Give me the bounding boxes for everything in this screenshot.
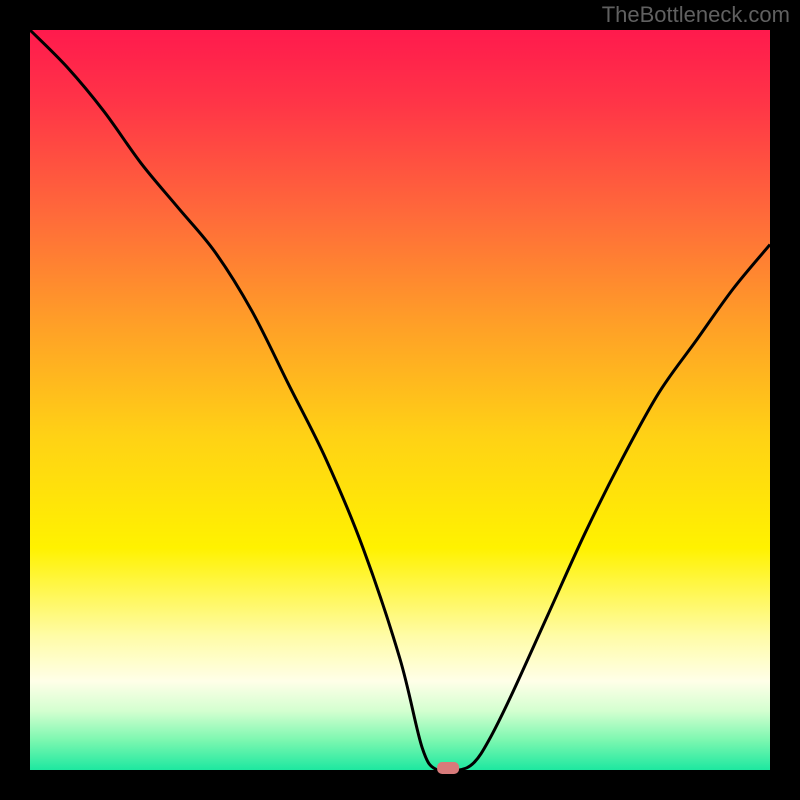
optimal-marker xyxy=(437,762,459,774)
chart-container: TheBottleneck.com xyxy=(0,0,800,800)
bottleneck-chart xyxy=(0,0,800,800)
watermark-text: TheBottleneck.com xyxy=(602,2,790,28)
